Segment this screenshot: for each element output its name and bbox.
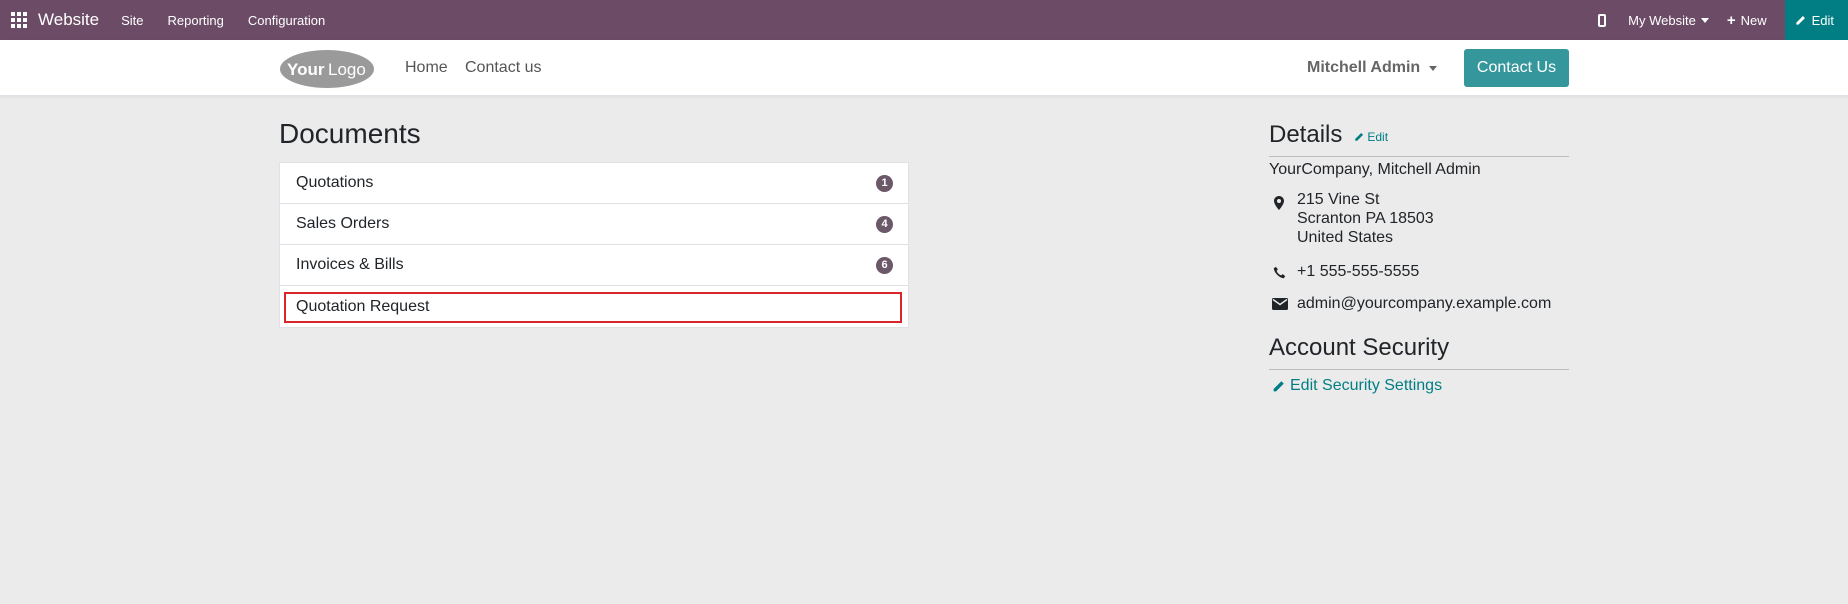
app-brand[interactable]: Website — [38, 10, 99, 30]
details-edit-label: Edit — [1367, 130, 1389, 144]
nav-contact-us[interactable]: Contact us — [465, 59, 541, 77]
details-divider — [1269, 156, 1569, 157]
documents-title: Documents — [279, 118, 421, 149]
count-badge: 6 — [876, 256, 893, 274]
edit-button-label: Edit — [1811, 12, 1834, 28]
doc-item-quotations[interactable]: Quotations 1 — [280, 163, 908, 204]
company-name: YourCompany, Mitchell Admin — [1269, 161, 1481, 178]
caret-down-icon — [1429, 65, 1438, 71]
security-divider — [1269, 369, 1569, 370]
edit-security-settings-label: Edit Security Settings — [1290, 377, 1443, 394]
account-security-title: Account Security — [1269, 334, 1450, 361]
address-line-2: Scranton PA 18503 — [1297, 210, 1434, 227]
menu-reporting[interactable]: Reporting — [168, 13, 224, 28]
edit-button[interactable]: Edit — [1784, 0, 1848, 40]
new-button[interactable]: + New — [1727, 13, 1767, 28]
nav-home[interactable]: Home — [405, 59, 448, 77]
menu-site[interactable]: Site — [121, 13, 143, 28]
details-heading: Details — [1269, 121, 1343, 148]
contact-us-button[interactable]: Contact Us — [1464, 49, 1569, 87]
logo-text-logo: Logo — [328, 60, 366, 79]
grid-icon — [11, 12, 27, 28]
plus-icon: + — [1726, 11, 1736, 29]
pencil-icon — [1355, 132, 1364, 141]
map-marker-icon — [1274, 196, 1284, 210]
address-line-3: United States — [1297, 229, 1394, 246]
details-edit-link[interactable]: Edit — [1354, 130, 1388, 144]
count-badge: 4 — [876, 215, 893, 233]
doc-item-quotation-request[interactable]: Quotation Request — [280, 286, 908, 327]
website-header: Your Logo Home Contact us Mitchell Admin… — [0, 40, 1848, 96]
company-logo[interactable]: Your Logo — [279, 49, 375, 89]
doc-item-label: Sales Orders — [296, 215, 390, 232]
website-selector[interactable]: My Website — [1628, 13, 1709, 28]
admin-topbar: Website Site Reporting Configuration My … — [0, 0, 1848, 40]
user-menu[interactable]: Mitchell Admin — [1307, 59, 1438, 77]
envelope-icon — [1272, 298, 1288, 310]
address-line-1: 215 Vine St — [1297, 191, 1380, 208]
mobile-preview-icon[interactable] — [1598, 13, 1607, 27]
new-button-label: New — [1740, 12, 1767, 28]
apps-menu-button[interactable] — [0, 0, 38, 40]
caret-down-icon — [1700, 17, 1709, 23]
count-badge: 1 — [876, 174, 893, 192]
phone-icon — [1273, 266, 1286, 279]
doc-item-label: Quotations — [296, 174, 374, 191]
documents-list: Quotations 1 Sales Orders 4 Invoices & B… — [279, 162, 909, 328]
topbar-right: My Website + New Edit — [1598, 0, 1848, 40]
pencil-icon — [1795, 15, 1805, 25]
details-title: Details Edit — [1269, 121, 1388, 149]
address-block: 215 Vine St Scranton PA 18503 United Sta… — [1297, 190, 1434, 247]
phone-number: +1 555-555-5555 — [1297, 263, 1420, 280]
doc-item-label: Invoices & Bills — [296, 256, 404, 273]
website-selector-label: My Website — [1628, 12, 1696, 28]
edit-security-settings-link[interactable]: Edit Security Settings — [1272, 377, 1442, 395]
doc-item-sales-orders[interactable]: Sales Orders 4 — [280, 204, 908, 245]
pencil-icon — [1273, 380, 1284, 391]
email-address: admin@yourcompany.example.com — [1297, 295, 1552, 312]
user-name: Mitchell Admin — [1307, 59, 1421, 76]
doc-item-invoices-bills[interactable]: Invoices & Bills 6 — [280, 245, 908, 286]
logo-text-your: Your — [287, 60, 325, 79]
doc-item-label: Quotation Request — [296, 297, 430, 315]
menu-configuration[interactable]: Configuration — [248, 13, 325, 28]
